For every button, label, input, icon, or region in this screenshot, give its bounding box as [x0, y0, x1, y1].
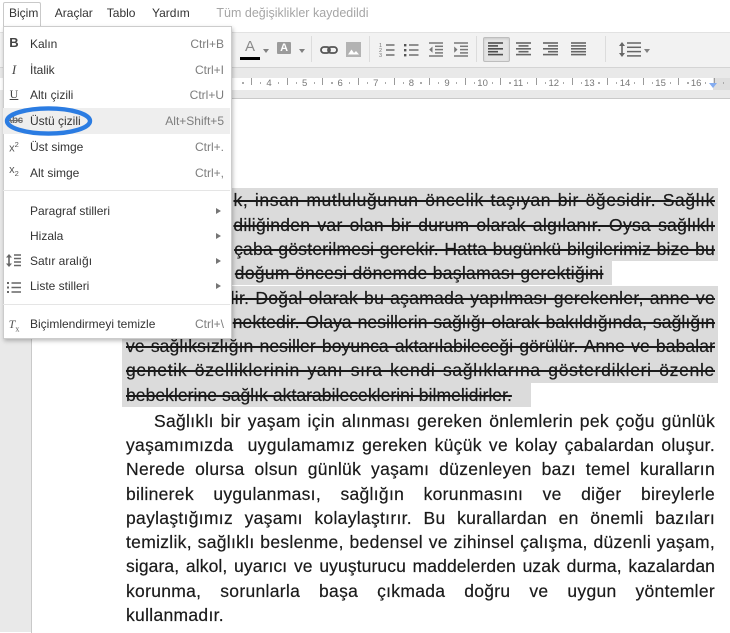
- svg-text:3: 3: [379, 53, 382, 57]
